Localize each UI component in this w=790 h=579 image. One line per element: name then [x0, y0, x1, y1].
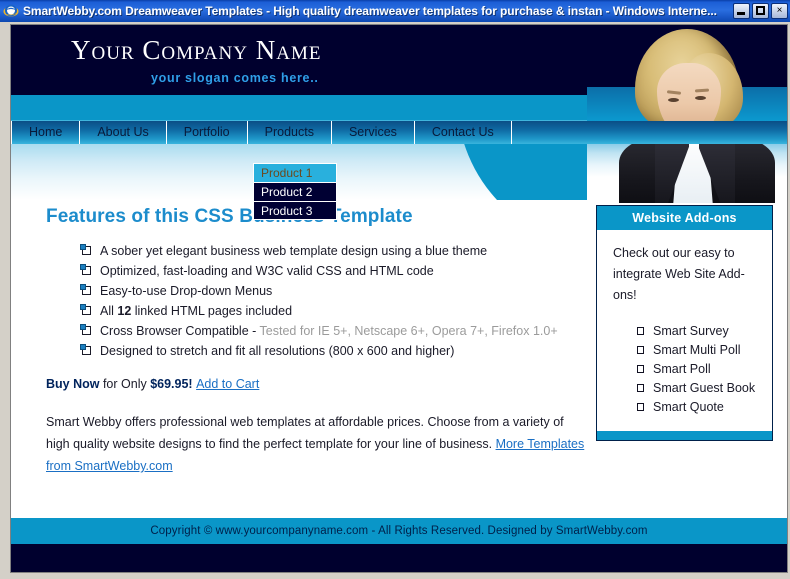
list-item: Smart Guest Book [637, 379, 756, 398]
square-bullet-icon [637, 403, 644, 411]
purchase-line: Buy Now for Only $69.95! Add to Cart [46, 377, 586, 391]
list-item: Easy-to-use Drop-down Menus [80, 282, 586, 301]
sidebar-item-label[interactable]: Smart Survey [653, 324, 729, 338]
page-footer: Copyright © www.yourcompanyname.com - Al… [11, 518, 787, 544]
window-title: SmartWebby.com Dreamweaver Templates - H… [23, 4, 717, 18]
content-main-column: Features of this CSS Business Template A… [46, 206, 586, 477]
feature-text: Easy-to-use Drop-down Menus [100, 284, 273, 298]
page-content: Features of this CSS Business Template A… [11, 200, 787, 518]
list-item: Designed to stretch and fit all resoluti… [80, 342, 586, 361]
swoosh-curve-cyan [457, 144, 787, 200]
nav-item-about-us[interactable]: About Us [80, 121, 167, 144]
intro-paragraph: Smart Webby offers professional web temp… [46, 411, 586, 477]
dropdown-item-product-2[interactable]: Product 2 [253, 182, 337, 201]
square-bullet-icon [80, 344, 91, 355]
feature-text-bold: 12 [117, 304, 132, 318]
buy-now-label: Buy Now [46, 377, 100, 391]
page-bottom-fill [11, 544, 787, 572]
nav-item-products[interactable]: Products [248, 121, 332, 144]
square-bullet-icon [637, 384, 644, 392]
feature-text-pre: Cross Browser Compatible - [100, 324, 260, 338]
minimize-button[interactable] [733, 3, 750, 19]
browser-viewport: Your Company Name your slogan comes here… [10, 24, 788, 573]
window-titlebar: SmartWebby.com Dreamweaver Templates - H… [0, 0, 790, 22]
price-label: $69.95! [150, 377, 193, 391]
copyright-text: Copyright © www.yourcompanyname.com - Al… [150, 525, 648, 537]
internet-explorer-icon [3, 3, 19, 19]
sidebar-addons-list: Smart Survey Smart Multi Poll Smart Poll [613, 322, 756, 417]
company-name: Your Company Name [71, 35, 322, 65]
nav-item-services[interactable]: Services [332, 121, 415, 144]
square-bullet-icon [637, 365, 644, 373]
blurb-text: Smart Webby offers professional web temp… [46, 415, 564, 451]
browser-window: SmartWebby.com Dreamweaver Templates - H… [0, 0, 790, 579]
list-item: Optimized, fast-loading and W3C valid CS… [80, 262, 586, 281]
window-frame: Your Company Name your slogan comes here… [0, 22, 790, 579]
web-page: Your Company Name your slogan comes here… [11, 25, 787, 572]
header-accent-strip [11, 95, 787, 121]
header-swoosh [11, 144, 787, 200]
square-bullet-icon [80, 284, 91, 295]
sidebar-item-label[interactable]: Smart Guest Book [653, 381, 755, 395]
feature-text: A sober yet elegant business web templat… [100, 244, 488, 258]
for-only-label: for Only [99, 377, 151, 391]
list-item: Smart Multi Poll [637, 341, 756, 360]
feature-text: Optimized, fast-loading and W3C valid CS… [100, 264, 434, 278]
site-banner: Your Company Name your slogan comes here… [11, 25, 787, 95]
list-item: Smart Quote [637, 398, 756, 417]
feature-text-muted: Tested for IE 5+, Netscape 6+, Opera 7+,… [259, 324, 558, 338]
close-button[interactable]: × [771, 3, 788, 19]
sidebar-addons-box: Website Add-ons Check out our easy to in… [596, 205, 773, 441]
sidebar-footer-bar [597, 431, 772, 440]
nav-item-contact-us[interactable]: Contact Us [415, 121, 512, 144]
square-bullet-icon [637, 346, 644, 354]
nav-item-home[interactable]: Home [11, 121, 81, 144]
sidebar-item-label[interactable]: Smart Quote [653, 400, 724, 414]
company-slogan: your slogan comes here.. [151, 71, 319, 85]
square-bullet-icon [637, 327, 644, 335]
main-navigation: Home About Us Portfolio Products Service… [11, 121, 787, 144]
list-item: All 12 linked HTML pages included [80, 302, 586, 321]
maximize-button[interactable] [752, 3, 769, 19]
feature-text: Designed to stretch and fit all resoluti… [100, 344, 455, 358]
sidebar-item-label[interactable]: Smart Multi Poll [653, 343, 741, 357]
window-controls: × [733, 3, 788, 19]
sidebar-item-label[interactable]: Smart Poll [653, 362, 711, 376]
list-item: Cross Browser Compatible - Tested for IE… [80, 322, 586, 341]
square-bullet-icon [80, 304, 91, 315]
features-list: A sober yet elegant business web templat… [46, 242, 586, 361]
dropdown-item-product-3[interactable]: Product 3 [253, 201, 337, 220]
feature-text-post: linked HTML pages included [131, 304, 293, 318]
products-dropdown-menu: Product 1 Product 2 Product 3 [253, 163, 337, 220]
list-item: Smart Survey [637, 322, 756, 341]
sidebar-body: Check out our easy to integrate Web Site… [597, 230, 772, 431]
add-to-cart-link[interactable]: Add to Cart [196, 377, 259, 391]
sidebar-intro-text: Check out our easy to integrate Web Site… [613, 246, 745, 302]
list-item: Smart Poll [637, 360, 756, 379]
square-bullet-icon [80, 264, 91, 275]
square-bullet-icon [80, 244, 91, 255]
sidebar-header: Website Add-ons [597, 206, 772, 230]
feature-text-pre: All [100, 304, 118, 318]
square-bullet-icon [80, 324, 91, 335]
dropdown-item-product-1[interactable]: Product 1 [253, 163, 337, 182]
nav-item-portfolio[interactable]: Portfolio [167, 121, 248, 144]
list-item: A sober yet elegant business web templat… [80, 242, 586, 261]
